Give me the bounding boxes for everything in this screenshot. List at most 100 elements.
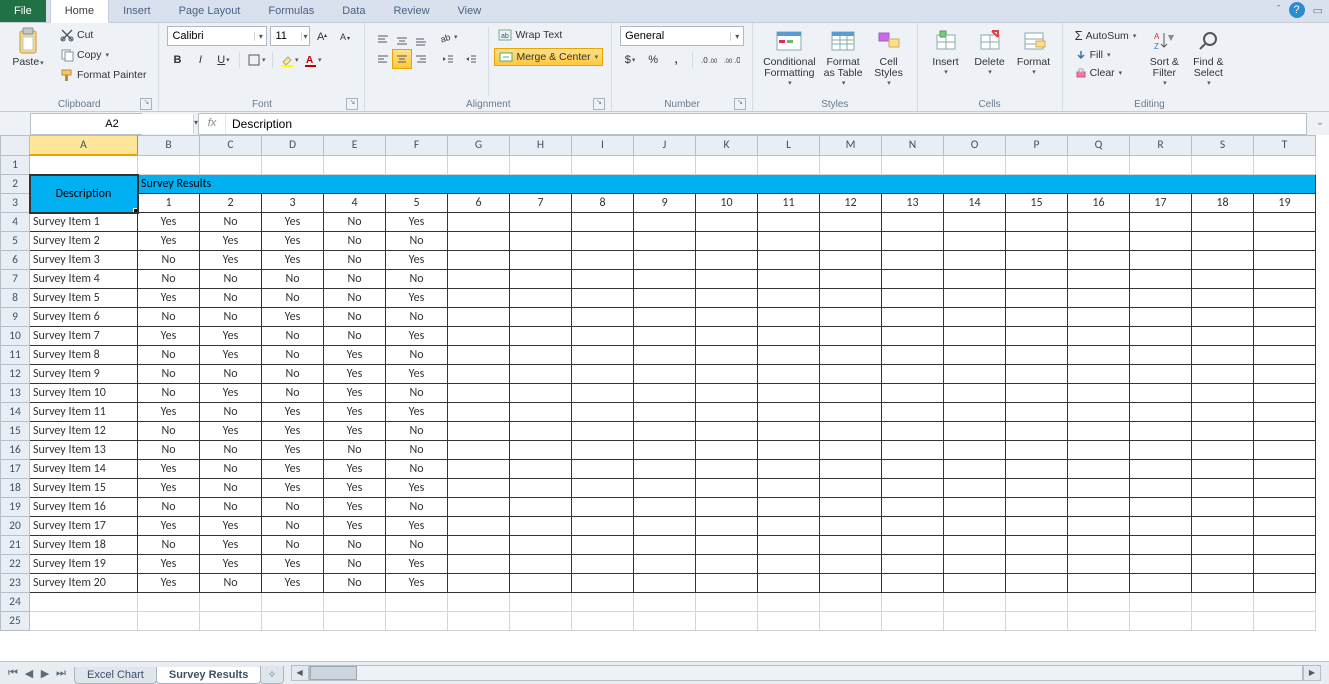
cell-Q6[interactable] [1068, 251, 1130, 270]
cell-B10[interactable]: Yes [138, 327, 200, 346]
cell-T21[interactable] [1254, 536, 1316, 555]
cell-K5[interactable] [696, 232, 758, 251]
cell-B21[interactable]: No [138, 536, 200, 555]
cell-O8[interactable] [944, 289, 1006, 308]
cell-I6[interactable] [572, 251, 634, 270]
cell-G23[interactable] [448, 574, 510, 593]
cell-O18[interactable] [944, 479, 1006, 498]
alignment-launcher-icon[interactable]: ↘ [593, 98, 605, 110]
col-header-T[interactable]: T [1254, 136, 1316, 156]
cell-T25[interactable] [1254, 612, 1316, 631]
cell-F18[interactable]: Yes [386, 479, 448, 498]
cell-R17[interactable] [1130, 460, 1192, 479]
cell-Q13[interactable] [1068, 384, 1130, 403]
cell-R24[interactable] [1130, 593, 1192, 612]
cell-S10[interactable] [1192, 327, 1254, 346]
cell-D9[interactable]: Yes [262, 308, 324, 327]
cell-N13[interactable] [882, 384, 944, 403]
cell-R23[interactable] [1130, 574, 1192, 593]
name-box[interactable]: ▾ [30, 113, 142, 135]
cell-B6[interactable]: No [138, 251, 200, 270]
cell-K13[interactable] [696, 384, 758, 403]
cell-D19[interactable]: No [262, 498, 324, 517]
cell-M10[interactable] [820, 327, 882, 346]
cell-C12[interactable]: No [200, 365, 262, 384]
cell-B8[interactable]: Yes [138, 289, 200, 308]
cell-A1[interactable] [30, 155, 138, 175]
cell-B24[interactable] [138, 593, 200, 612]
cell-P22[interactable] [1006, 555, 1068, 574]
cell-M16[interactable] [820, 441, 882, 460]
cell-O5[interactable] [944, 232, 1006, 251]
row-header-18[interactable]: 18 [1, 479, 30, 498]
cell-R11[interactable] [1130, 346, 1192, 365]
cell-O19[interactable] [944, 498, 1006, 517]
cell-O1[interactable] [944, 155, 1006, 175]
cell-J19[interactable] [634, 498, 696, 517]
row-header-11[interactable]: 11 [1, 346, 30, 365]
cell-L7[interactable] [758, 270, 820, 289]
cell-S23[interactable] [1192, 574, 1254, 593]
cell-A11[interactable]: Survey Item 8 [30, 346, 138, 365]
cell-E13[interactable]: Yes [324, 384, 386, 403]
cell-G17[interactable] [448, 460, 510, 479]
cell-H11[interactable] [510, 346, 572, 365]
cell-D8[interactable]: No [262, 289, 324, 308]
row-header-12[interactable]: 12 [1, 365, 30, 384]
cell-E16[interactable]: No [324, 441, 386, 460]
clear-button[interactable]: Clear▾ [1071, 65, 1141, 81]
cell-P24[interactable] [1006, 593, 1068, 612]
col-header-O[interactable]: O [944, 136, 1006, 156]
cell-K14[interactable] [696, 403, 758, 422]
cell-S21[interactable] [1192, 536, 1254, 555]
cell-L10[interactable] [758, 327, 820, 346]
cell-K6[interactable] [696, 251, 758, 270]
cell-A2[interactable]: Description [30, 175, 138, 213]
cell-T20[interactable] [1254, 517, 1316, 536]
cell-L8[interactable] [758, 289, 820, 308]
cell-S19[interactable] [1192, 498, 1254, 517]
cell-M14[interactable] [820, 403, 882, 422]
row-header-16[interactable]: 16 [1, 441, 30, 460]
cell-O7[interactable] [944, 270, 1006, 289]
cell-D1[interactable] [262, 155, 324, 175]
cell-J17[interactable] [634, 460, 696, 479]
cell-O10[interactable] [944, 327, 1006, 346]
cell-S8[interactable] [1192, 289, 1254, 308]
cell-D25[interactable] [262, 612, 324, 631]
row-header-25[interactable]: 25 [1, 612, 30, 631]
cell-J7[interactable] [634, 270, 696, 289]
paste-button[interactable]: Paste▾ [6, 25, 50, 71]
cell-G21[interactable] [448, 536, 510, 555]
cell-M12[interactable] [820, 365, 882, 384]
cell-L4[interactable] [758, 213, 820, 232]
row-header-20[interactable]: 20 [1, 517, 30, 536]
cell-K20[interactable] [696, 517, 758, 536]
cell-S12[interactable] [1192, 365, 1254, 384]
cell-Q3[interactable]: 16 [1068, 194, 1130, 213]
cell-I22[interactable] [572, 555, 634, 574]
cell-B7[interactable]: No [138, 270, 200, 289]
cell-R18[interactable] [1130, 479, 1192, 498]
increase-decimal-icon[interactable]: .0.00 [699, 50, 719, 70]
cell-J20[interactable] [634, 517, 696, 536]
increase-font-icon[interactable]: A▴ [313, 26, 333, 46]
formula-input[interactable] [226, 114, 1306, 134]
cell-I21[interactable] [572, 536, 634, 555]
cell-C16[interactable]: No [200, 441, 262, 460]
decrease-indent-icon[interactable] [438, 49, 458, 69]
cell-N3[interactable]: 13 [882, 194, 944, 213]
cell-H15[interactable] [510, 422, 572, 441]
increase-indent-icon[interactable] [461, 49, 481, 69]
cell-B20[interactable]: Yes [138, 517, 200, 536]
cell-B23[interactable]: Yes [138, 574, 200, 593]
cell-O11[interactable] [944, 346, 1006, 365]
cell-R14[interactable] [1130, 403, 1192, 422]
fill-color-button[interactable]: ▾ [279, 50, 299, 70]
cell-T10[interactable] [1254, 327, 1316, 346]
cell-O9[interactable] [944, 308, 1006, 327]
cell-C20[interactable]: Yes [200, 517, 262, 536]
cell-P1[interactable] [1006, 155, 1068, 175]
cell-L21[interactable] [758, 536, 820, 555]
cell-P9[interactable] [1006, 308, 1068, 327]
